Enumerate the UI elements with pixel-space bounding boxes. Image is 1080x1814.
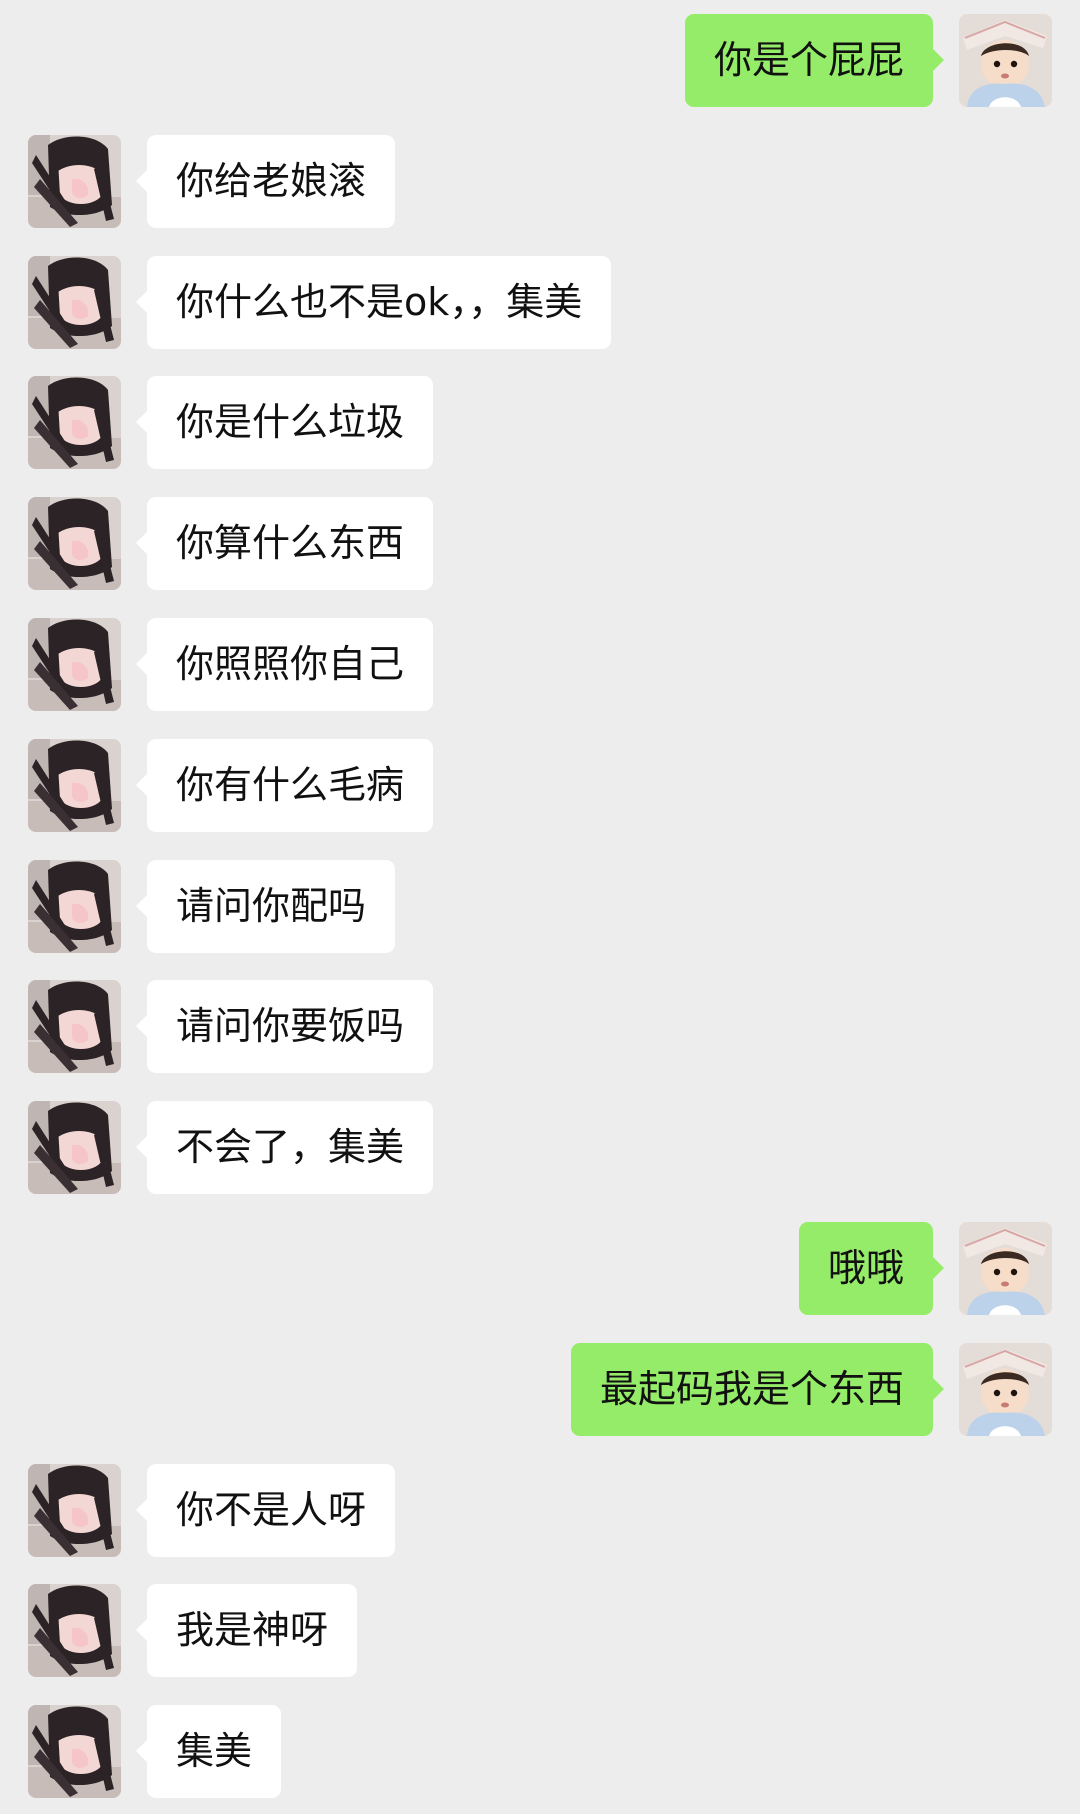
incoming-message[interactable]: 请问你配吗 xyxy=(0,860,1080,953)
message-bubble[interactable]: 你给老娘滚 xyxy=(135,135,396,228)
incoming-message[interactable]: 你是什么垃圾 xyxy=(0,376,1080,469)
contact-avatar[interactable] xyxy=(28,1101,121,1194)
contact-avatar[interactable] xyxy=(28,980,121,1073)
contact-avatar[interactable] xyxy=(28,497,121,590)
contact-avatar[interactable] xyxy=(28,860,121,953)
message-bubble[interactable]: 最起码我是个东西 xyxy=(570,1343,945,1436)
message-bubble[interactable]: 你照照你自己 xyxy=(135,618,434,711)
contact-avatar[interactable] xyxy=(28,135,121,228)
contact-avatar[interactable] xyxy=(28,1705,121,1798)
outgoing-message[interactable]: 哦哦 xyxy=(0,1222,1080,1315)
contact-avatar[interactable] xyxy=(28,618,121,711)
message-bubble[interactable]: 集美 xyxy=(135,1705,282,1798)
message-bubble[interactable]: 你什么也不是ok，，集美 xyxy=(135,256,612,349)
incoming-message[interactable]: 请问你要饭吗 xyxy=(0,980,1080,1073)
my-avatar[interactable] xyxy=(959,14,1052,107)
outgoing-message[interactable]: 你是个屁屁 xyxy=(0,14,1080,107)
message-bubble[interactable]: 不会了，集美 xyxy=(135,1101,434,1194)
outgoing-message[interactable]: 最起码我是个东西 xyxy=(0,1343,1080,1436)
message-bubble[interactable]: 你是个屁屁 xyxy=(684,14,945,107)
incoming-message[interactable]: 你有什么毛病 xyxy=(0,739,1080,832)
incoming-message[interactable]: 你不是人呀 xyxy=(0,1464,1080,1557)
contact-avatar[interactable] xyxy=(28,1584,121,1677)
message-bubble[interactable]: 请问你要饭吗 xyxy=(135,980,434,1073)
message-bubble[interactable]: 你算什么东西 xyxy=(135,497,434,590)
contact-avatar[interactable] xyxy=(28,376,121,469)
contact-avatar[interactable] xyxy=(28,739,121,832)
my-avatar[interactable] xyxy=(959,1343,1052,1436)
contact-avatar[interactable] xyxy=(28,256,121,349)
message-bubble[interactable]: 我是神呀 xyxy=(135,1584,358,1677)
incoming-message[interactable]: 你给老娘滚 xyxy=(0,135,1080,228)
message-bubble[interactable]: 你不是人呀 xyxy=(135,1464,396,1557)
message-bubble[interactable]: 哦哦 xyxy=(798,1222,945,1315)
contact-avatar[interactable] xyxy=(28,1464,121,1557)
my-avatar[interactable] xyxy=(959,1222,1052,1315)
chat-message-list[interactable]: 你是个屁屁 你给老娘滚 你什么也不是ok，，集美 你是什么垃圾 你算什么东西 你… xyxy=(0,0,1080,1814)
incoming-message[interactable]: 你算什么东西 xyxy=(0,497,1080,590)
incoming-message[interactable]: 你照照你自己 xyxy=(0,618,1080,711)
incoming-message[interactable]: 你什么也不是ok，，集美 xyxy=(0,256,1080,349)
incoming-message[interactable]: 我是神呀 xyxy=(0,1584,1080,1677)
message-bubble[interactable]: 你有什么毛病 xyxy=(135,739,434,832)
incoming-message[interactable]: 集美 xyxy=(0,1705,1080,1798)
incoming-message[interactable]: 不会了，集美 xyxy=(0,1101,1080,1194)
message-bubble[interactable]: 你是什么垃圾 xyxy=(135,376,434,469)
message-bubble[interactable]: 请问你配吗 xyxy=(135,860,396,953)
